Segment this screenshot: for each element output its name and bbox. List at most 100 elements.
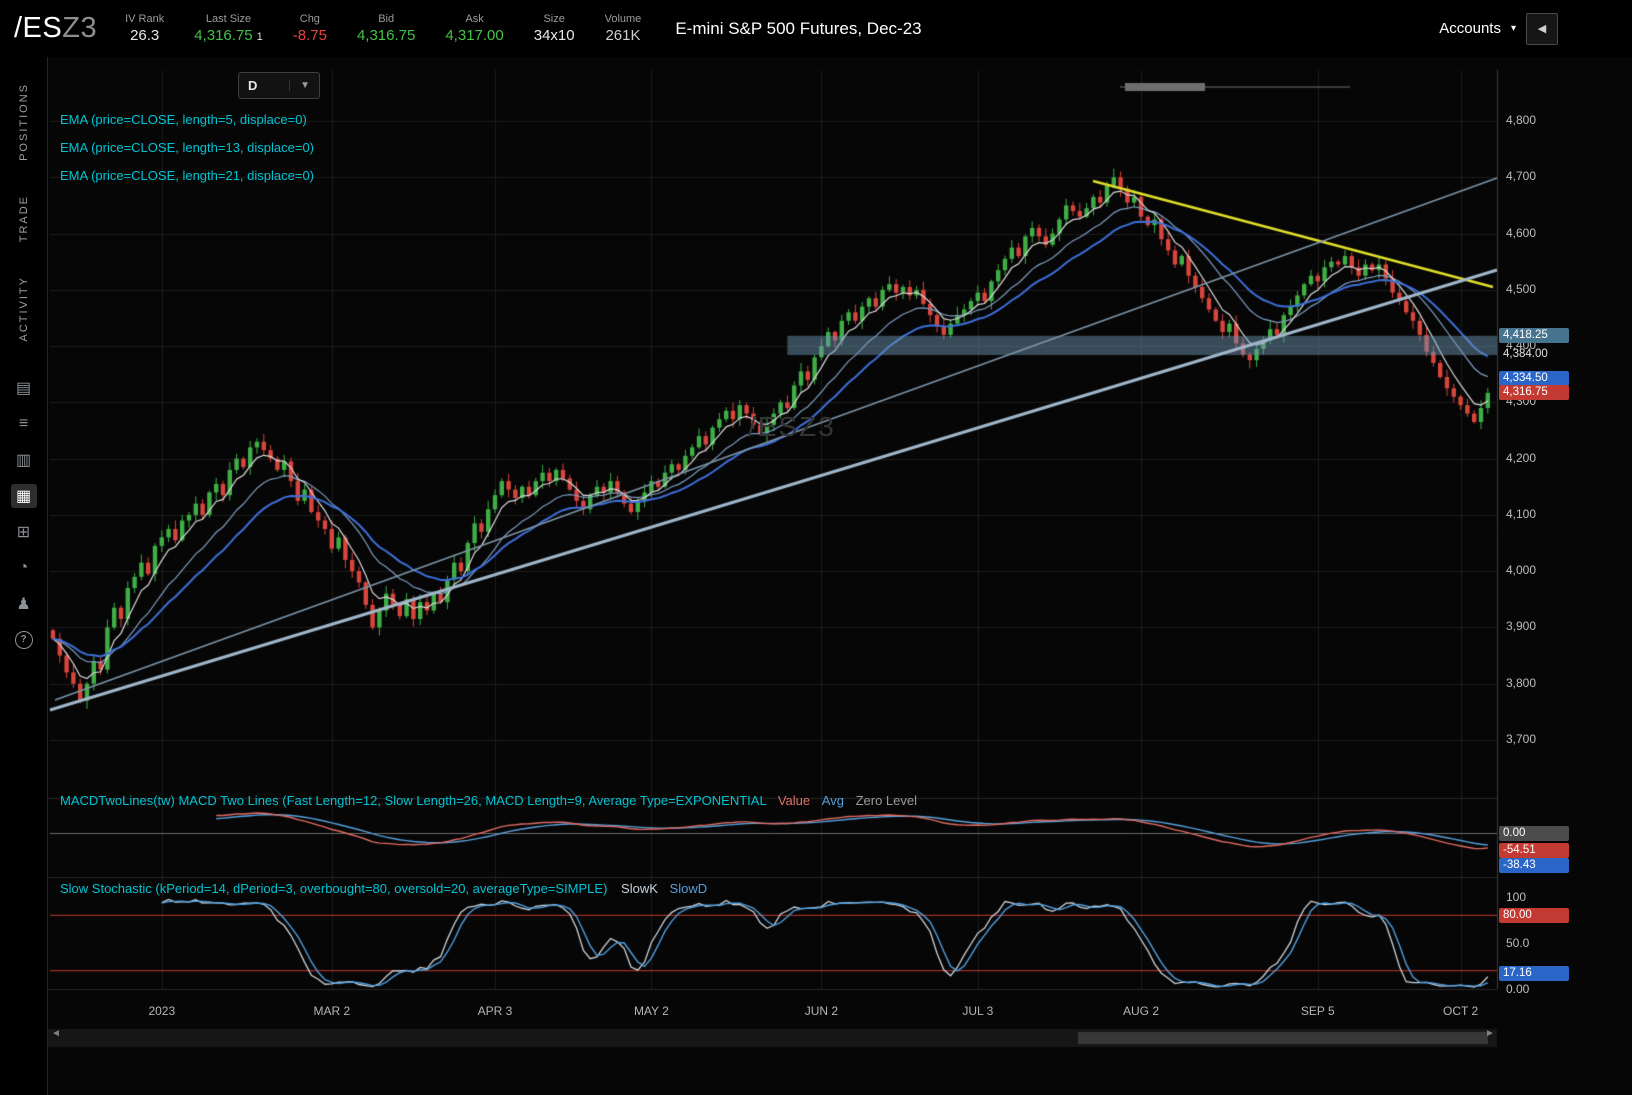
dashboard-icon[interactable]: ⊞ xyxy=(11,520,37,544)
sidebar-icons: ▤ ≡ ▥ ▦ ⊞ ◔ ♟? xyxy=(10,376,37,652)
left-sidebar: POSITIONS TRADE ACTIVITY ▤ ≡ ▥ ▦ ⊞ ◔ ♟? xyxy=(0,57,48,1095)
date-tick: OCT 2 xyxy=(1443,1004,1479,1018)
scroll-left-arrow[interactable]: ◄ xyxy=(51,1028,61,1039)
stat-value: -8.75 xyxy=(293,27,327,44)
charts-icon[interactable]: ▦ xyxy=(10,483,37,508)
price-tick: 3,900 xyxy=(1506,619,1537,634)
date-tick: JUL 3 xyxy=(962,1004,994,1018)
stat-value: 26.3 xyxy=(130,27,159,44)
study-label-ema5[interactable]: EMA (price=CLOSE, length=5, displace=0) xyxy=(60,112,307,127)
study-label-ema21[interactable]: EMA (price=CLOSE, length=21, displace=0) xyxy=(60,168,314,183)
macd-legend-zero: Zero Level xyxy=(855,793,917,808)
stat-last-size: Last Size 4,316.75 1 xyxy=(194,13,263,44)
price-badge: 4,334.50 xyxy=(1499,370,1569,386)
stat-value: 261K xyxy=(605,27,640,44)
history-icon[interactable]: ◔ xyxy=(11,556,37,580)
chevron-down-icon: ▼ xyxy=(289,80,310,91)
stat-number: 4,317.00 xyxy=(445,27,504,44)
chart-region: D ▼ EMA (price=CLOSE, length=5, displace… xyxy=(48,57,1632,1095)
price-tick: 4,000 xyxy=(1506,563,1537,578)
stat-number: 4,316.75 xyxy=(194,27,253,44)
price-tick: 4,500 xyxy=(1506,281,1537,296)
stat-label: Size xyxy=(543,13,565,25)
stoch-badge: 17.16 xyxy=(1499,965,1569,981)
date-tick: MAY 2 xyxy=(633,1004,669,1018)
stoch-badge: 80.00 xyxy=(1499,907,1569,923)
price-badge: 4,418.25 xyxy=(1499,327,1569,343)
quote-stats: IV Rank 26.3 Last Size 4,316.75 1 Chg -8.75 Bid… xyxy=(125,13,641,44)
help-icon-glyph: ? xyxy=(14,630,33,649)
date-tick: AUG 2 xyxy=(1122,1004,1160,1018)
stat-label: Chg xyxy=(299,13,320,25)
trading-app-window: /ESZ3 IV Rank 26.3 Last Size 4,316.75 1 Chg -8… xyxy=(0,0,1632,1095)
report-icon[interactable]: ▤ xyxy=(11,376,37,400)
stoch-study-label[interactable]: Slow Stochastic (kPeriod=14, dPeriod=3, … xyxy=(60,881,707,896)
stat-label: IV Rank xyxy=(125,13,165,25)
stat-number: 26.3 xyxy=(130,27,160,44)
arrow-left-icon: ◀ xyxy=(1537,23,1547,35)
stat-size: 1 xyxy=(256,31,263,43)
price-tick: 4,600 xyxy=(1506,225,1537,240)
macd-legend-value: Value xyxy=(777,793,811,808)
stat-number: 4,316.75 xyxy=(356,27,416,44)
price-tick: 3,800 xyxy=(1506,675,1537,690)
stat-volume: Volume 261K xyxy=(605,13,642,44)
study-label-ema13[interactable]: EMA (price=CLOSE, length=13, displace=0) xyxy=(60,140,314,155)
stoch-tick: 50.0 xyxy=(1506,936,1530,950)
stat-number: 34x10 xyxy=(533,27,575,44)
chevron-down-icon[interactable]: ▾ xyxy=(1511,23,1516,34)
stoch-legend-k: SlowK xyxy=(621,881,658,896)
macd-badge: -54.51 xyxy=(1499,843,1569,858)
symbol-ticker[interactable]: /ESZ3 xyxy=(14,12,97,45)
stat-number: 261K xyxy=(605,27,641,44)
stat-label: Volume xyxy=(604,13,642,25)
collapse-panel-button[interactable]: ◀ xyxy=(1526,12,1558,45)
macd-legend-avg: Avg xyxy=(821,793,844,808)
instrument-title: E-mini S&P 500 Futures, Dec-23 xyxy=(675,18,922,38)
scroll-right-arrow[interactable]: ► xyxy=(1485,1028,1495,1039)
chart-overlay: D ▼ EMA (price=CLOSE, length=5, displace… xyxy=(48,57,1632,1095)
macd-study-label[interactable]: MACDTwoLines(tw) MACD Two Lines (Fast Le… xyxy=(60,793,917,808)
help-icon[interactable]: ? xyxy=(11,628,37,652)
date-tick: APR 3 xyxy=(477,1004,513,1018)
price-tick: 4,200 xyxy=(1506,450,1537,465)
timeframe-value: D xyxy=(248,78,258,93)
price-tick: 4,700 xyxy=(1506,169,1537,184)
stoch-tick: 0.00 xyxy=(1506,982,1530,996)
stat-value: 4,317.00 xyxy=(445,27,503,44)
sidebar-tabs: POSITIONS TRADE ACTIVITY xyxy=(18,57,30,342)
price-tick: 4,100 xyxy=(1506,506,1537,521)
watchlist-icon[interactable]: ▥ xyxy=(11,448,37,472)
accounts-menu[interactable]: Accounts xyxy=(1439,20,1501,37)
price-badge: 4,384.00 xyxy=(1503,348,1548,361)
date-tick: MAR 2 xyxy=(313,1004,351,1018)
community-icon[interactable]: ♟ xyxy=(11,592,37,616)
symbol-root: /ES xyxy=(14,12,63,44)
sidebar-tab-trade[interactable]: TRADE xyxy=(18,195,30,242)
header-bar: /ESZ3 IV Rank 26.3 Last Size 4,316.75 1 Chg -8… xyxy=(0,0,1632,57)
orders-list-icon[interactable]: ≡ xyxy=(11,412,37,436)
stoch-legend-d: SlowD xyxy=(669,881,708,896)
sidebar-tab-positions[interactable]: POSITIONS xyxy=(18,83,30,161)
stat-number: -8.75 xyxy=(292,27,327,44)
stat-size: Size 34x10 xyxy=(534,13,575,44)
price-tick: 4,800 xyxy=(1506,113,1537,127)
date-tick: SEP 5 xyxy=(1300,1004,1335,1018)
stat-value: 34x10 xyxy=(534,27,575,44)
stoch-tick: 100 xyxy=(1506,890,1527,904)
stat-label: Bid xyxy=(378,13,395,25)
stat-bid: Bid 4,316.75 xyxy=(357,13,415,44)
stat-label: Last Size xyxy=(205,13,252,25)
stat-iv-rank: IV Rank 26.3 xyxy=(125,13,164,44)
stat-value: 4,316.75 xyxy=(357,27,415,44)
header-right: Accounts ▾ ◀ xyxy=(1439,12,1558,45)
stat-ask: Ask 4,317.00 xyxy=(445,13,503,44)
sidebar-tab-activity[interactable]: ACTIVITY xyxy=(18,276,30,342)
macd-badge: -38.43 xyxy=(1499,858,1569,873)
date-tick: 2023 xyxy=(148,1004,176,1018)
price-badge: 4,316.75 xyxy=(1499,384,1569,400)
macd-title: MACDTwoLines(tw) MACD Two Lines (Fast Le… xyxy=(60,793,767,808)
stoch-title: Slow Stochastic (kPeriod=14, dPeriod=3, … xyxy=(60,881,608,896)
stat-chg: Chg -8.75 xyxy=(293,13,327,44)
timeframe-dropdown[interactable]: D ▼ xyxy=(238,72,320,99)
